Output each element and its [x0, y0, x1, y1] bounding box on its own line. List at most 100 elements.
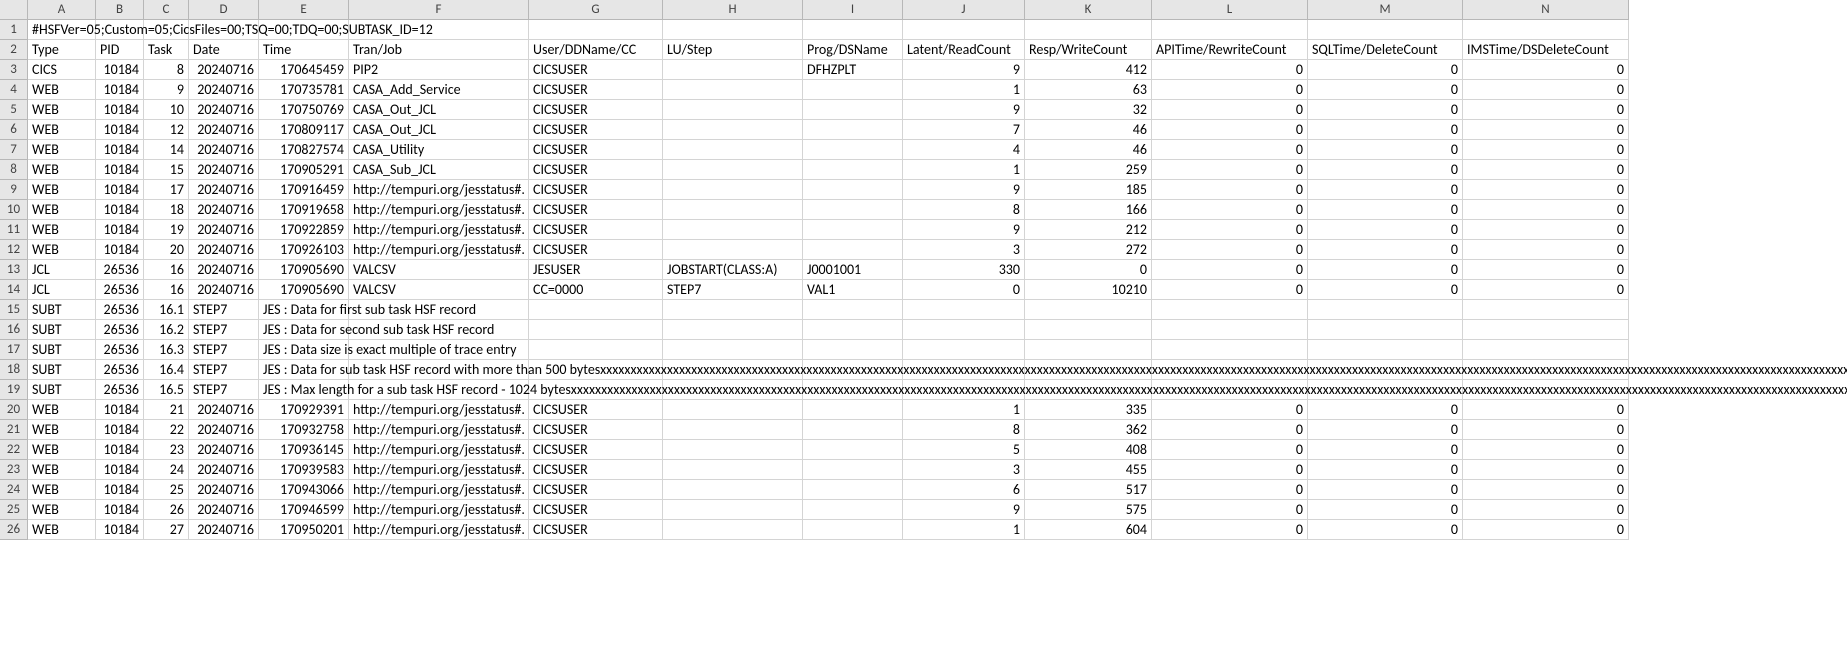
cell-G8[interactable]: CICSUSER [529, 160, 663, 180]
cell-B24[interactable]: 10184 [96, 480, 144, 500]
cell-L13[interactable]: 0 [1152, 260, 1308, 280]
cell-G1[interactable] [529, 20, 663, 40]
cell-I20[interactable] [803, 400, 903, 420]
cell-D14[interactable]: 20240716 [189, 280, 259, 300]
cell-H14[interactable]: STEP7 [663, 280, 803, 300]
cell-E3[interactable]: 170645459 [259, 60, 349, 80]
cell-E24[interactable]: 170943066 [259, 480, 349, 500]
cell-A4[interactable]: WEB [28, 80, 96, 100]
cell-F12[interactable]: http://tempuri.org/jesstatus#. [349, 240, 529, 260]
cell-A6[interactable]: WEB [28, 120, 96, 140]
cell-J3[interactable]: 9 [903, 60, 1025, 80]
cell-B4[interactable]: 10184 [96, 80, 144, 100]
cell-I22[interactable] [803, 440, 903, 460]
cell-M16[interactable] [1308, 320, 1463, 340]
cell-D26[interactable]: 20240716 [189, 520, 259, 540]
cell-G17[interactable] [529, 340, 663, 360]
cell-M8[interactable]: 0 [1308, 160, 1463, 180]
cell-D10[interactable]: 20240716 [189, 200, 259, 220]
cell-G12[interactable]: CICSUSER [529, 240, 663, 260]
cell-E17[interactable]: JES : Data size is exact multiple of tra… [259, 340, 349, 360]
column-header-G[interactable]: G [529, 0, 663, 20]
cell-L4[interactable]: 0 [1152, 80, 1308, 100]
cell-C4[interactable]: 9 [144, 80, 189, 100]
cell-B16[interactable]: 26536 [96, 320, 144, 340]
cell-E16[interactable]: JES : Data for second sub task HSF recor… [259, 320, 349, 340]
header-cell-D[interactable]: Date [189, 40, 259, 60]
row-header-2[interactable]: 2 [0, 40, 28, 60]
cell-K22[interactable]: 408 [1025, 440, 1152, 460]
cell-E12[interactable]: 170926103 [259, 240, 349, 260]
cell-D11[interactable]: 20240716 [189, 220, 259, 240]
cell-M15[interactable] [1308, 300, 1463, 320]
cell-E7[interactable]: 170827574 [259, 140, 349, 160]
cell-I23[interactable] [803, 460, 903, 480]
cell-A8[interactable]: WEB [28, 160, 96, 180]
cell-C19[interactable]: 16.5 [144, 380, 189, 400]
row-header-6[interactable]: 6 [0, 120, 28, 140]
cell-K24[interactable]: 517 [1025, 480, 1152, 500]
cell-C21[interactable]: 22 [144, 420, 189, 440]
cell-N17[interactable] [1463, 340, 1629, 360]
cell-L7[interactable]: 0 [1152, 140, 1308, 160]
cell-M5[interactable]: 0 [1308, 100, 1463, 120]
column-header-C[interactable]: C [144, 0, 189, 20]
cell-F21[interactable]: http://tempuri.org/jesstatus#. [349, 420, 529, 440]
cell-I25[interactable] [803, 500, 903, 520]
cell-B23[interactable]: 10184 [96, 460, 144, 480]
cell-A18[interactable]: SUBT [28, 360, 96, 380]
cell-K15[interactable] [1025, 300, 1152, 320]
column-header-K[interactable]: K [1025, 0, 1152, 20]
header-cell-I[interactable]: Prog/DSName [803, 40, 903, 60]
cell-G6[interactable]: CICSUSER [529, 120, 663, 140]
cell-I15[interactable] [803, 300, 903, 320]
cell-C23[interactable]: 24 [144, 460, 189, 480]
cell-H4[interactable] [663, 80, 803, 100]
header-cell-M[interactable]: SQLTime/DeleteCount [1308, 40, 1463, 60]
cell-F6[interactable]: CASA_Out_JCL [349, 120, 529, 140]
row-header-4[interactable]: 4 [0, 80, 28, 100]
cell-N10[interactable]: 0 [1463, 200, 1629, 220]
cell-L15[interactable] [1152, 300, 1308, 320]
cell-L3[interactable]: 0 [1152, 60, 1308, 80]
column-header-D[interactable]: D [189, 0, 259, 20]
cell-M6[interactable]: 0 [1308, 120, 1463, 140]
cell-H7[interactable] [663, 140, 803, 160]
cell-F3[interactable]: PIP2 [349, 60, 529, 80]
header-cell-C[interactable]: Task [144, 40, 189, 60]
cell-N12[interactable]: 0 [1463, 240, 1629, 260]
row-header-3[interactable]: 3 [0, 60, 28, 80]
cell-E10[interactable]: 170919658 [259, 200, 349, 220]
cell-B13[interactable]: 26536 [96, 260, 144, 280]
cell-B8[interactable]: 10184 [96, 160, 144, 180]
cell-C8[interactable]: 15 [144, 160, 189, 180]
cell-G3[interactable]: CICSUSER [529, 60, 663, 80]
cell-L25[interactable]: 0 [1152, 500, 1308, 520]
cell-I4[interactable] [803, 80, 903, 100]
cell-D15[interactable]: STEP7 [189, 300, 259, 320]
cell-I11[interactable] [803, 220, 903, 240]
cell-B15[interactable]: 26536 [96, 300, 144, 320]
row-header-23[interactable]: 23 [0, 460, 28, 480]
cell-A11[interactable]: WEB [28, 220, 96, 240]
cell-C7[interactable]: 14 [144, 140, 189, 160]
cell-M3[interactable]: 0 [1308, 60, 1463, 80]
cell-J16[interactable] [903, 320, 1025, 340]
cell-E26[interactable]: 170950201 [259, 520, 349, 540]
cell-D6[interactable]: 20240716 [189, 120, 259, 140]
cell-M4[interactable]: 0 [1308, 80, 1463, 100]
cell-G14[interactable]: CC=0000 [529, 280, 663, 300]
cell-N13[interactable]: 0 [1463, 260, 1629, 280]
cell-E19[interactable]: JES : Max length for a sub task HSF reco… [259, 380, 349, 400]
cell-I5[interactable] [803, 100, 903, 120]
cell-H16[interactable] [663, 320, 803, 340]
cell-I7[interactable] [803, 140, 903, 160]
cell-K5[interactable]: 32 [1025, 100, 1152, 120]
cell-I14[interactable]: VAL1 [803, 280, 903, 300]
cell-A13[interactable]: JCL [28, 260, 96, 280]
cell-B20[interactable]: 10184 [96, 400, 144, 420]
cell-B26[interactable]: 10184 [96, 520, 144, 540]
cell-C6[interactable]: 12 [144, 120, 189, 140]
cell-D24[interactable]: 20240716 [189, 480, 259, 500]
row-header-21[interactable]: 21 [0, 420, 28, 440]
